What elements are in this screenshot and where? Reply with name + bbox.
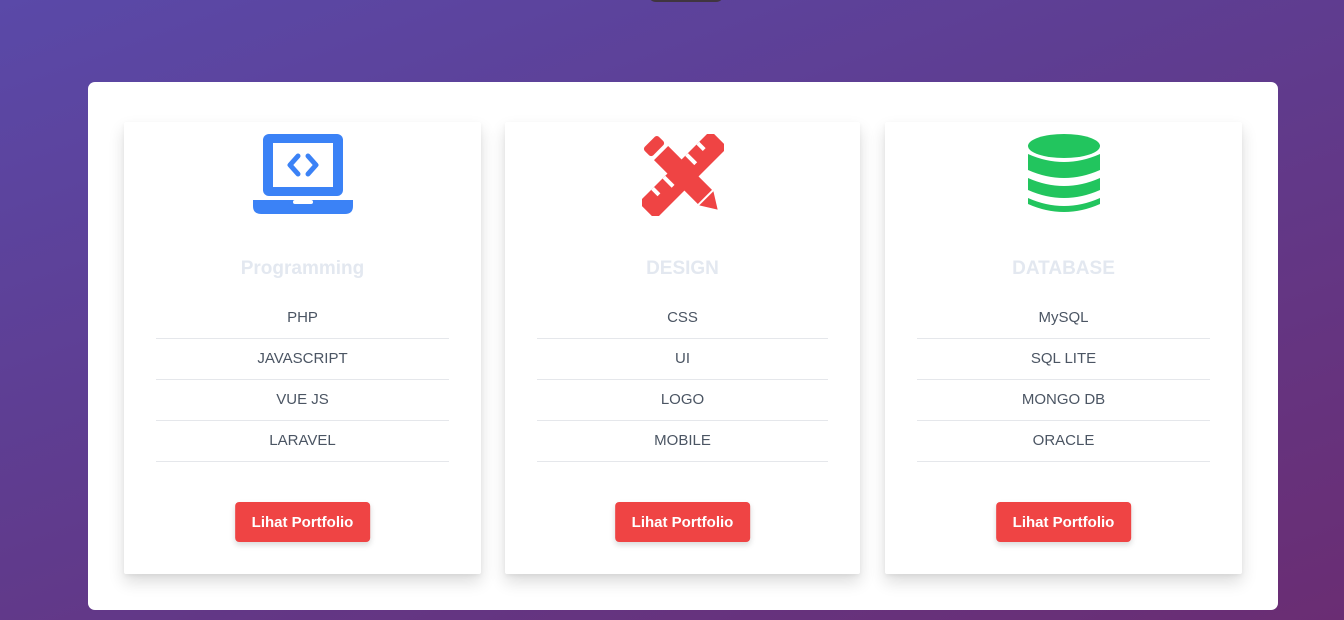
skill-card-database: DATABASE MySQL SQL LITE MONGO DB ORACLE … (885, 122, 1242, 574)
skill-item: CSS (537, 298, 828, 339)
card-title: Programming (240, 258, 365, 279)
pencil-ruler-icon (505, 134, 860, 216)
view-portfolio-button[interactable]: Lihat Portfolio (995, 502, 1132, 542)
skill-item: LARAVEL (156, 421, 449, 462)
skill-item: UI (537, 339, 828, 380)
skill-item: SQL LITE (917, 339, 1210, 380)
avatar (648, 0, 724, 2)
skill-item: JAVASCRIPT (156, 339, 449, 380)
skill-item: ORACLE (917, 421, 1210, 462)
skill-item: MONGO DB (917, 380, 1210, 421)
skill-card-programming: Programming PHP JAVASCRIPT VUE JS LARAVE… (124, 122, 481, 574)
skill-list: PHP JAVASCRIPT VUE JS LARAVEL (156, 298, 449, 462)
skill-list: CSS UI LOGO MOBILE (537, 298, 828, 462)
card-title: DESIGN (646, 258, 719, 279)
skills-panel: Programming PHP JAVASCRIPT VUE JS LARAVE… (88, 82, 1278, 610)
database-icon (885, 134, 1242, 216)
laptop-code-icon (124, 134, 481, 216)
skill-card-design: DESIGN CSS UI LOGO MOBILE Lihat Portfoli… (505, 122, 860, 574)
skill-item: MySQL (917, 298, 1210, 339)
skill-item: PHP (156, 298, 449, 339)
skill-item: MOBILE (537, 421, 828, 462)
skill-list: MySQL SQL LITE MONGO DB ORACLE (917, 298, 1210, 462)
view-portfolio-button[interactable]: Lihat Portfolio (614, 502, 751, 542)
card-title: DATABASE (1012, 258, 1115, 279)
skill-item: VUE JS (156, 380, 449, 421)
view-portfolio-button[interactable]: Lihat Portfolio (234, 502, 371, 542)
skill-item: LOGO (537, 380, 828, 421)
